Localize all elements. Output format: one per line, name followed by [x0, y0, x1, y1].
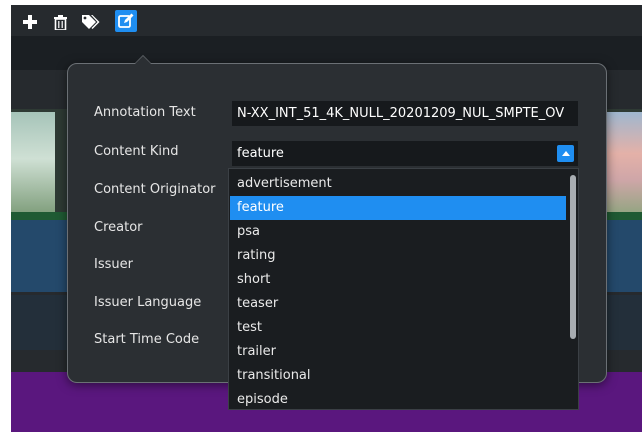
trash-icon: [53, 14, 67, 30]
issuer-label: Issuer: [94, 257, 133, 272]
annotation-text-label: Annotation Text: [94, 105, 196, 120]
delete-button[interactable]: [50, 12, 70, 32]
toolbar: [11, 5, 642, 36]
dropdown-option-transitional[interactable]: transitional: [230, 364, 566, 388]
annotation-text-input[interactable]: N-XX_INT_51_4K_NULL_20201209_NUL_SMPTE_O…: [232, 101, 578, 126]
dropdown-option-trailer[interactable]: trailer: [230, 340, 566, 364]
dropdown-option-rating[interactable]: rating: [230, 244, 566, 268]
dropdown-scrollbar[interactable]: [570, 175, 576, 339]
plus-icon: [23, 15, 37, 29]
dropdown-option-psa[interactable]: psa: [230, 220, 566, 244]
content-kind-label: Content Kind: [94, 144, 179, 159]
content-kind-dropdown[interactable]: advertisement feature psa rating short t…: [228, 168, 579, 410]
video-thumbnail: [11, 112, 55, 216]
add-button[interactable]: [20, 12, 40, 32]
edit-icon: [118, 13, 134, 28]
tags-button[interactable]: [81, 12, 101, 32]
dropdown-option-advertisement[interactable]: advertisement: [230, 172, 566, 196]
issuer-language-label: Issuer Language: [94, 295, 202, 310]
content-kind-value: feature: [237, 146, 284, 161]
tags-icon: [81, 14, 99, 29]
creator-label: Creator: [94, 220, 143, 235]
dropdown-option-test[interactable]: test: [230, 316, 566, 340]
dropdown-option-short[interactable]: short: [230, 268, 566, 292]
content-kind-select[interactable]: feature: [232, 141, 578, 166]
start-time-code-label: Start Time Code: [94, 332, 200, 347]
dropdown-option-teaser[interactable]: teaser: [230, 292, 566, 316]
dropdown-option-episode[interactable]: episode: [230, 388, 566, 412]
edit-button[interactable]: [115, 10, 137, 32]
chevron-up-icon[interactable]: [557, 145, 574, 162]
popover-caret-inner: [135, 56, 151, 64]
editor-window: Annotation Text N-XX_INT_51_4K_NULL_2020…: [11, 5, 642, 432]
content-originator-label: Content Originator: [94, 182, 216, 197]
dropdown-option-feature[interactable]: feature: [230, 196, 566, 220]
